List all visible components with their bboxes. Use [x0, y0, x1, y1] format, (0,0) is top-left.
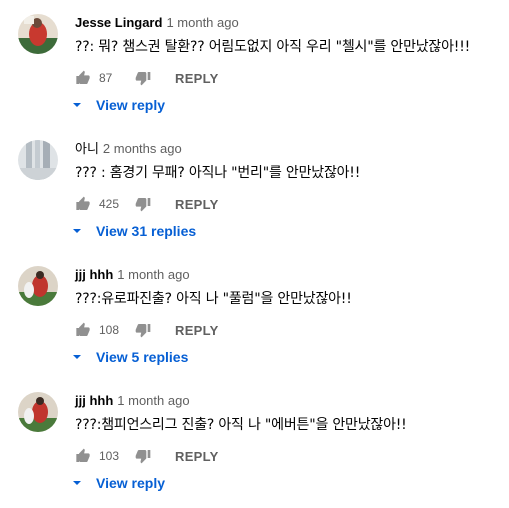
comment-actions: 87 REPLY — [75, 68, 219, 88]
author-name[interactable]: Jesse Lingard — [75, 15, 162, 30]
reply-button[interactable]: REPLY — [175, 323, 219, 338]
comment-text: ??: 뭐? 챔스권 탈환?? 어림도없지 아직 우리 "첼시"를 안만났잖아!… — [75, 39, 471, 55]
avatar[interactable] — [18, 140, 58, 180]
avatar[interactable] — [18, 14, 58, 54]
thumbs-down-icon[interactable] — [135, 448, 151, 464]
author-name[interactable]: 아니 — [75, 141, 99, 156]
avatar[interactable] — [18, 266, 58, 306]
comment-timestamp[interactable]: 1 month ago — [166, 15, 238, 30]
caret-down-icon — [73, 481, 81, 485]
comment: jjj hhh 1 month ago ???:챔피언스리그 진출? 아직 나 "… — [0, 378, 509, 504]
caret-down-icon — [73, 355, 81, 359]
thumbs-down-icon[interactable] — [135, 70, 151, 86]
comment-text: ???:유로파진출? 아직 나 "풀럼"을 안만났잖아!! — [75, 291, 352, 307]
reply-button[interactable]: REPLY — [175, 71, 219, 86]
comment: Jesse Lingard 1 month ago ??: 뭐? 챔스권 탈환??… — [0, 0, 509, 126]
thumbs-up-icon[interactable] — [75, 322, 91, 338]
like-count: 425 — [99, 197, 120, 211]
author-name[interactable]: jjj hhh — [75, 267, 113, 282]
caret-down-icon — [73, 103, 81, 107]
avatar[interactable] — [18, 392, 58, 432]
view-replies-label: View 31 replies — [96, 223, 197, 239]
view-replies-button[interactable]: View 31 replies — [72, 221, 196, 241]
reply-button[interactable]: REPLY — [175, 197, 219, 212]
thumbs-up-icon[interactable] — [75, 70, 91, 86]
thumbs-down-icon[interactable] — [135, 322, 151, 338]
comment: jjj hhh 1 month ago ???:유로파진출? 아직 나 "풀럼"을… — [0, 252, 509, 378]
comment-text: ???:챔피언스리그 진출? 아직 나 "에버튼"을 안만났잖아!! — [75, 417, 407, 433]
caret-down-icon — [73, 229, 81, 233]
thumbs-down-icon[interactable] — [135, 196, 151, 212]
comment-actions: 108 REPLY — [75, 320, 219, 340]
avatar-image — [18, 140, 58, 180]
view-replies-button[interactable]: View reply — [72, 473, 165, 493]
thumbs-up-icon[interactable] — [75, 448, 91, 464]
view-replies-label: View reply — [96, 97, 166, 113]
like-count: 103 — [99, 449, 120, 463]
comment-timestamp[interactable]: 1 month ago — [117, 393, 189, 408]
thumbs-up-icon[interactable] — [75, 196, 91, 212]
reply-button[interactable]: REPLY — [175, 449, 219, 464]
view-replies-button[interactable]: View 5 replies — [72, 347, 188, 367]
author-name[interactable]: jjj hhh — [75, 393, 113, 408]
view-replies-label: View 5 replies — [96, 349, 189, 365]
avatar-image — [18, 266, 58, 306]
like-count: 108 — [99, 323, 120, 337]
comment-text: ??? : 홈경기 무패? 아직나 "번리"를 안만났잖아!! — [75, 165, 361, 181]
like-count: 87 — [99, 71, 113, 85]
comment: 아니 2 months ago ??? : 홈경기 무패? 아직나 "번리"를 안… — [0, 126, 509, 252]
view-replies-button[interactable]: View reply — [72, 95, 165, 115]
avatar-image — [18, 14, 58, 54]
comment-timestamp[interactable]: 1 month ago — [117, 267, 189, 282]
avatar-image — [18, 392, 58, 432]
view-replies-label: View reply — [96, 475, 166, 491]
comment-actions: 103 REPLY — [75, 446, 219, 466]
comment-timestamp[interactable]: 2 months ago — [103, 141, 182, 156]
comment-actions: 425 REPLY — [75, 194, 219, 214]
